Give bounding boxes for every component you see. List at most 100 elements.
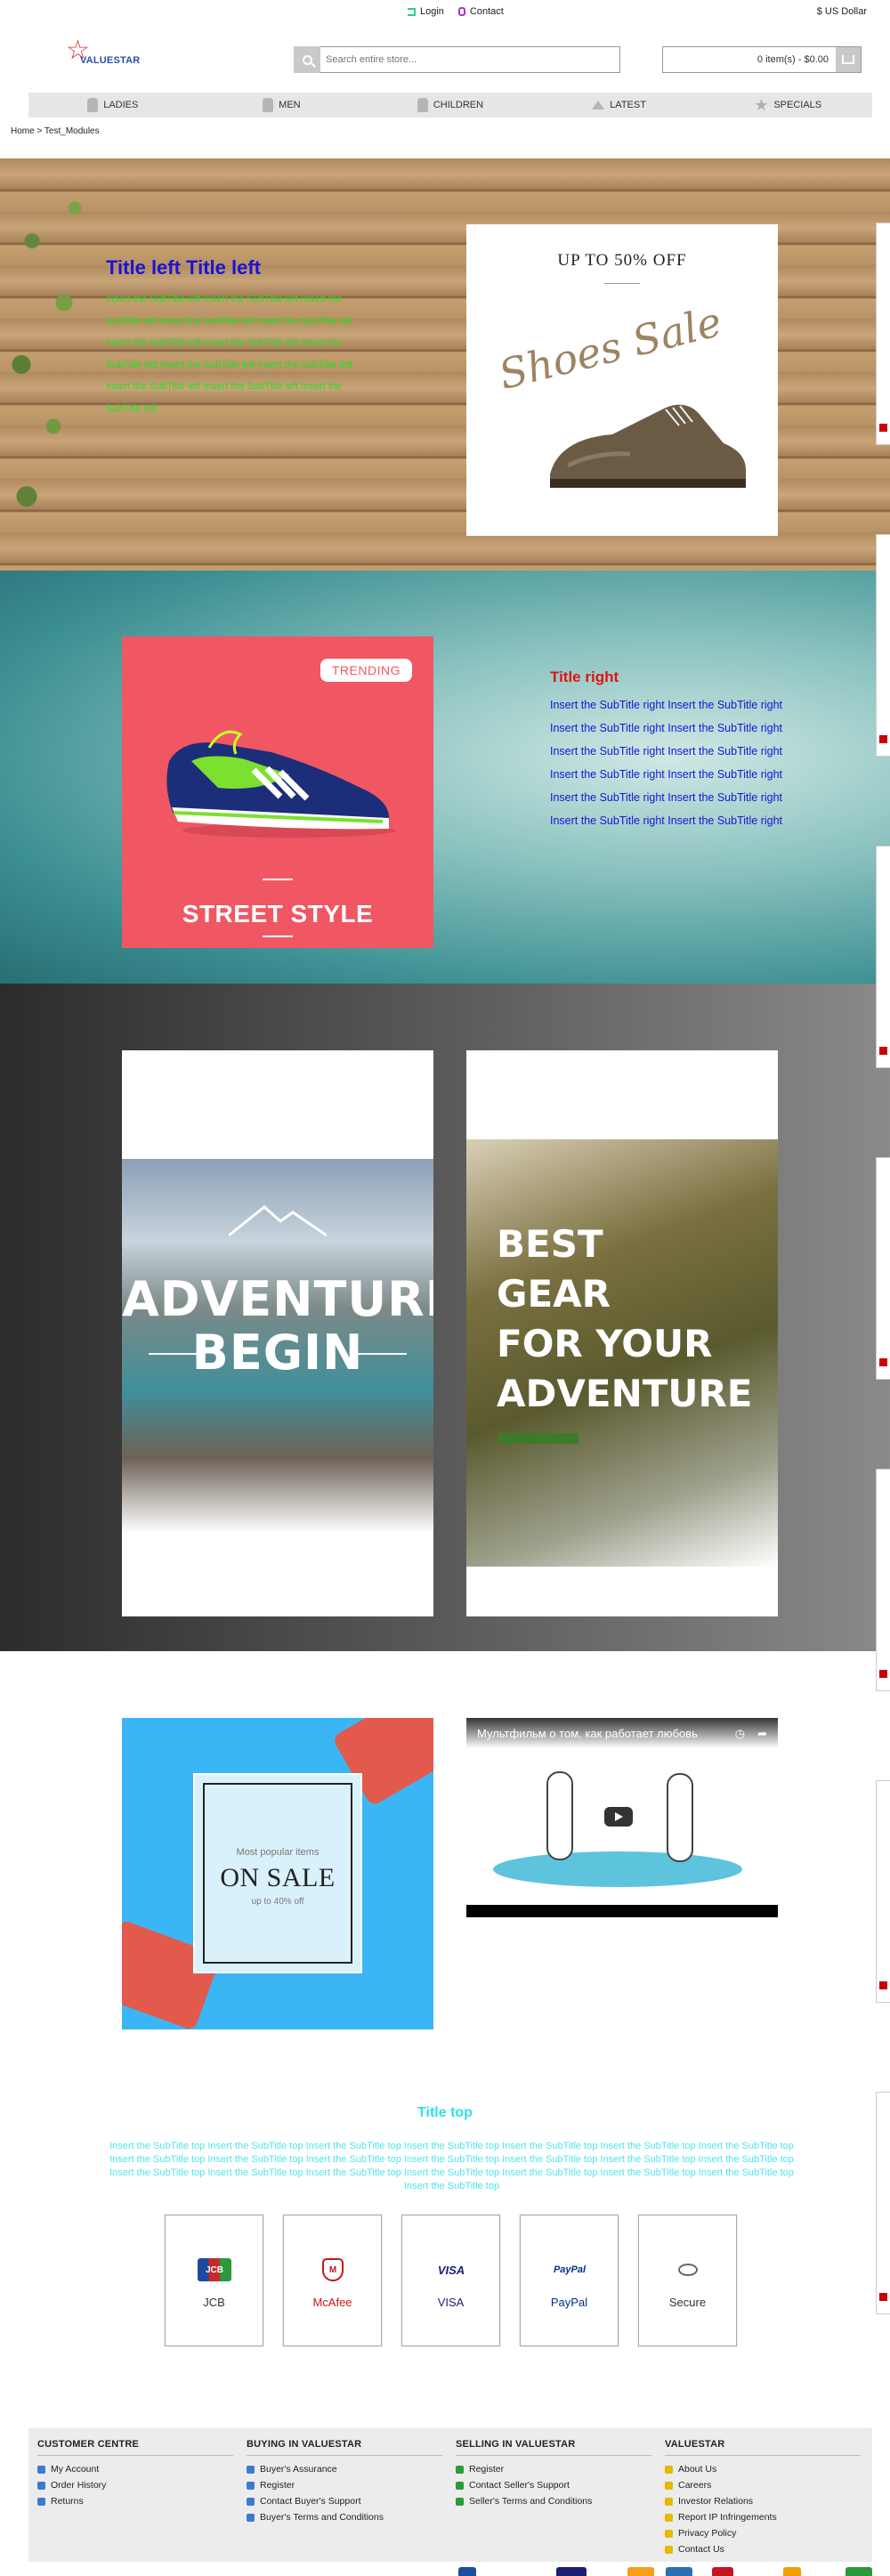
street-style-banner[interactable]: TRENDING STREET STYLE xyxy=(122,636,433,948)
side-feedback-tab[interactable] xyxy=(876,1469,890,1691)
folder-icon xyxy=(665,2497,673,2506)
video-title[interactable]: Мультфильм о том, как работает любовь xyxy=(477,1727,708,1740)
footer-link[interactable]: Buyer's Assurance xyxy=(247,2461,442,2477)
sale-box-inner: Most popular items ON SALE up to 40% off xyxy=(203,1783,352,1964)
list-icon xyxy=(247,2513,255,2522)
feedback-icon xyxy=(879,1358,887,1366)
payment-methods: JCB JCB M McAfee VISA VISA PayPal PayPal… xyxy=(165,2215,737,2346)
contact-link[interactable]: Contact xyxy=(457,6,504,17)
search-button[interactable] xyxy=(294,46,320,73)
payment-card-visa[interactable]: VISA VISA xyxy=(401,2215,500,2346)
play-button[interactable] xyxy=(604,1807,633,1827)
payment-card-jcb[interactable]: JCB JCB xyxy=(165,2215,263,2346)
sale-box: Most popular items ON SALE up to 40% off xyxy=(193,1773,362,1973)
breadcrumb-current[interactable]: Test_Modules xyxy=(44,126,100,136)
payment-card-secure[interactable]: Secure xyxy=(638,2215,737,2346)
on-sale-banner[interactable]: Most popular items ON SALE up to 40% off xyxy=(122,1718,433,2029)
feedback-icon xyxy=(879,1981,887,1989)
footer-link[interactable]: My Account xyxy=(37,2461,233,2477)
footer-link[interactable]: Report IP Infringements xyxy=(665,2509,861,2525)
share-icon[interactable]: ➦ xyxy=(757,1727,767,1741)
vine-decoration xyxy=(0,158,107,571)
cart-button[interactable]: 0 item(s) - $0.00 xyxy=(662,46,862,73)
video-player[interactable]: Мультфильм о том, как работает любовь ◷ … xyxy=(466,1718,778,1917)
watch-later-icon[interactable]: ◷ xyxy=(735,1727,745,1741)
login-link[interactable]: Login xyxy=(408,6,444,17)
adventures-begin-banner[interactable]: ADVENTURES BEGIN xyxy=(122,1050,433,1616)
banner-text: ADVENTURES BEGIN xyxy=(122,1271,433,1381)
side-feedback-tab[interactable] xyxy=(876,534,890,757)
breadcrumb-separator: > xyxy=(36,126,43,136)
payment-card-mcafee[interactable]: M McAfee xyxy=(283,2215,382,2346)
best-gear-banner[interactable]: BEST GEAR FOR YOUR ADVENTURE xyxy=(466,1050,778,1616)
side-feedback-tab[interactable] xyxy=(876,846,890,1068)
currency-selector[interactable]: $ US Dollar xyxy=(817,6,867,17)
arrow-up-icon xyxy=(592,101,605,109)
history-icon xyxy=(37,2481,45,2490)
footer-column-selling: SELLING IN VALUESTAR Register Contact Se… xyxy=(456,2439,651,2509)
lock-icon xyxy=(247,2465,255,2474)
side-feedback-tab[interactable] xyxy=(876,1780,890,2003)
nav-label: CHILDREN xyxy=(433,100,484,110)
teal-banner-section: TRENDING STREET STYLE Title right Insert… xyxy=(0,571,890,984)
section-title-right: Title right xyxy=(550,668,619,685)
video-controls: ◷ ➦ xyxy=(735,1727,767,1741)
footer-link[interactable]: Contact Us xyxy=(665,2541,861,2557)
section-text-right: Insert the SubTitle right Insert the Sub… xyxy=(550,699,783,827)
footer-link[interactable]: Careers xyxy=(665,2477,861,2493)
footer-link-label: Privacy Policy xyxy=(678,2528,737,2539)
payment-card-paypal[interactable]: PayPal PayPal xyxy=(520,2215,619,2346)
phone-icon xyxy=(457,7,465,16)
footer-link[interactable]: Seller's Terms and Conditions xyxy=(456,2493,651,2509)
sneaker-image xyxy=(166,730,396,838)
nav-item-specials[interactable]: ★ SPECIALS xyxy=(703,93,872,117)
footer-heading: BUYING IN VALUESTAR xyxy=(247,2439,442,2456)
user-icon xyxy=(37,2465,45,2474)
nav-item-latest[interactable]: LATEST xyxy=(535,93,704,117)
footer-link-label: My Account xyxy=(51,2464,100,2475)
footer-link[interactable]: About Us xyxy=(665,2461,861,2477)
child-icon xyxy=(417,98,428,112)
side-feedback-tab[interactable] xyxy=(876,223,890,445)
footer-link[interactable]: Privacy Policy xyxy=(665,2525,861,2541)
section-title-left: Title left Title left xyxy=(106,256,261,279)
logo[interactable]: ☆ VALUESTAR xyxy=(66,36,140,71)
nav-item-ladies[interactable]: LADIES xyxy=(28,93,198,117)
breadcrumb-home[interactable]: Home xyxy=(11,126,35,136)
footer-link-label: Seller's Terms and Conditions xyxy=(469,2496,593,2507)
footer-heading: VALUESTAR xyxy=(665,2439,861,2456)
footer: CUSTOMER CENTRE My Account Order History… xyxy=(28,2428,872,2562)
footer-link[interactable]: Contact Seller's Support xyxy=(456,2477,651,2493)
list-icon xyxy=(456,2497,464,2506)
paypal-strip-icon xyxy=(458,2567,476,2576)
footer-column-valuestar: VALUESTAR About Us Careers Investor Rela… xyxy=(665,2439,861,2557)
footer-link[interactable]: Returns xyxy=(37,2493,233,2509)
footer-link[interactable]: Register xyxy=(247,2477,442,2493)
nav-item-men[interactable]: MEN xyxy=(198,93,367,117)
side-feedback-tab[interactable] xyxy=(876,2092,890,2314)
footer-link-label: Report IP Infringements xyxy=(678,2512,777,2523)
feedback-icon xyxy=(879,735,887,743)
footer-link[interactable]: Investor Relations xyxy=(665,2493,861,2509)
arrow-left-decoration xyxy=(149,1353,202,1355)
banner-discount-text: UP TO 50% OFF xyxy=(557,251,687,270)
footer-link-label: Register xyxy=(260,2480,295,2491)
footer-link[interactable]: Buyer's Terms and Conditions xyxy=(247,2509,442,2525)
feedback-icon xyxy=(879,424,887,432)
mastercard-strip-icon xyxy=(627,2567,654,2576)
search-input[interactable] xyxy=(320,46,620,73)
payment-label: Secure xyxy=(668,2296,707,2309)
nav-label: MEN xyxy=(279,100,301,110)
side-feedback-tab[interactable] xyxy=(876,1157,890,1380)
trending-badge: TRENDING xyxy=(320,659,412,682)
footer-link[interactable]: Contact Buyer's Support xyxy=(247,2493,442,2509)
footer-link[interactable]: Order History xyxy=(37,2477,233,2493)
sale-sub-text: up to 40% off xyxy=(251,1897,304,1907)
shoes-sale-banner[interactable]: UP TO 50% OFF Shoes Sale xyxy=(466,224,778,536)
login-icon xyxy=(408,7,416,16)
nav-item-children[interactable]: CHILDREN xyxy=(366,93,535,117)
footer-heading: SELLING IN VALUESTAR xyxy=(456,2439,651,2456)
footer-link[interactable]: Register xyxy=(456,2461,651,2477)
cart-icon xyxy=(836,47,861,72)
banner-caption: STREET STYLE xyxy=(182,900,374,928)
